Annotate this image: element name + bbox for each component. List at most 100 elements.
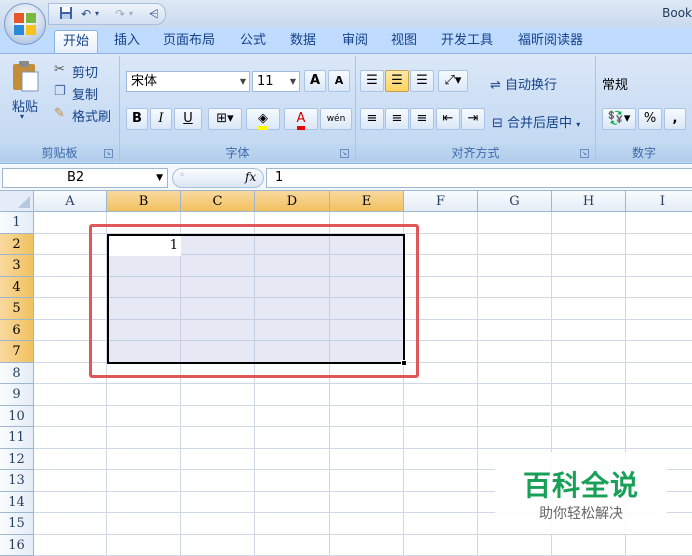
tab-review[interactable]: 审阅 [342,30,368,54]
insert-function-icon[interactable]: fx [245,170,256,184]
column-header-c[interactable]: C [181,191,255,212]
underline-button[interactable]: U [174,108,202,130]
align-bottom-button[interactable]: ☰ [410,70,434,92]
column-header-a[interactable]: A [34,191,107,212]
tab-insert[interactable]: 插入 [114,30,140,54]
chevron-down-icon[interactable]: ▼ [156,169,163,187]
column-header-h[interactable]: H [552,191,626,212]
tab-developer[interactable]: 开发工具 [441,30,493,54]
customize-qat-icon[interactable]: ⩤ [149,6,159,22]
name-box-value: B2 [67,170,85,185]
merge-center-button[interactable]: ⊟ 合并后居中 ▾ [492,112,580,131]
italic-button[interactable]: I [150,108,172,130]
copy-label: 复制 [72,88,99,103]
undo-icon[interactable]: ↶ [81,6,91,22]
row-header-6[interactable]: 6 [0,319,34,341]
tab-data[interactable]: 数据 [290,30,316,54]
comma-style-button[interactable]: , [664,108,686,130]
quick-access-toolbar: ↶ ▾ ↷ ▾ ⩤ [48,3,166,25]
alignment-launcher-icon[interactable]: ↘ [580,149,589,158]
name-box[interactable]: B2 ▼ [2,168,168,188]
column-header-i[interactable]: I [626,191,692,212]
font-launcher-icon[interactable]: ↘ [340,149,349,158]
row-header-12[interactable]: 12 [0,448,34,470]
row-gridline [34,426,692,427]
orientation-button[interactable]: ⤢▾ [438,70,468,92]
row-header-1[interactable]: 1 [0,212,34,234]
phonetic-button[interactable]: wén [320,108,352,130]
save-icon[interactable] [59,6,73,22]
paste-button[interactable]: 粘贴 ▾ [6,60,44,124]
paste-dropdown-icon[interactable]: ▾ [20,112,24,121]
office-button[interactable] [4,3,46,45]
row-header-10[interactable]: 10 [0,405,34,427]
formula-input[interactable]: 1 [266,168,692,188]
comma-icon: , [672,111,678,126]
align-top-button[interactable]: ☰ [360,70,384,92]
row-header-13[interactable]: 13 [0,470,34,492]
row-header-14[interactable]: 14 [0,491,34,513]
orientation-icon: ⤢▾ [444,73,462,88]
paste-label: 粘贴 [12,100,39,115]
row-header-9[interactable]: 9 [0,384,34,406]
row-header-8[interactable]: 8 [0,362,34,384]
align-middle-button[interactable]: ☰ [385,70,409,92]
row-header-2[interactable]: 2 [0,233,34,255]
align-left-button[interactable]: ≡ [360,108,384,130]
column-header-b[interactable]: B [107,191,181,212]
tab-formulas[interactable]: 公式 [240,30,266,54]
shrink-font-button[interactable]: A [328,70,350,92]
row-gridline [34,404,692,406]
fill-color-button[interactable]: ◈ [246,108,280,130]
column-header-d[interactable]: D [255,191,330,212]
font-name-combo[interactable]: 宋体 ▼ [126,71,250,92]
grow-font-button[interactable]: A [304,70,326,92]
select-all-corner[interactable] [0,191,34,212]
bold-button[interactable]: B [126,108,148,130]
wrap-text-label: 自动换行 [505,78,558,93]
font-size-combo[interactable]: 11 ▼ [252,71,300,92]
row-header-11[interactable]: 11 [0,427,34,449]
accounting-format-button[interactable]: 💱▾ [602,108,636,130]
annotation-highlight-box [89,224,419,378]
window-title: Book [662,6,692,20]
column-header-f[interactable]: F [404,191,478,212]
chevron-down-icon: ▾ [576,120,581,129]
row-header-3[interactable]: 3 [0,255,34,277]
align-right-button[interactable]: ≡ [410,108,434,130]
column-header-e[interactable]: E [330,191,404,212]
bold-icon: B [132,111,142,126]
redo-dropdown-icon[interactable]: ▾ [129,6,133,22]
column-header-g[interactable]: G [478,191,552,212]
formula-bar: B2 ▼ ◦ fx 1 [0,165,692,191]
undo-dropdown-icon[interactable]: ▾ [95,6,99,22]
row-gridline [34,383,692,384]
tab-foxit-reader[interactable]: 福昕阅读器 [518,30,583,54]
decrease-indent-button[interactable]: ⇤ [436,108,460,130]
font-color-button[interactable]: A [284,108,318,130]
row-header-4[interactable]: 4 [0,276,34,298]
row-header-16[interactable]: 16 [0,534,34,556]
tab-page-layout[interactable]: 页面布局 [163,30,215,54]
redo-icon[interactable]: ↷ [115,6,125,22]
row-header-5[interactable]: 5 [0,298,34,320]
tab-view[interactable]: 视图 [391,30,417,54]
align-center-icon: ≡ [391,111,403,126]
merge-center-label: 合并后居中 [507,116,573,131]
border-button[interactable]: ⊞▾ [208,108,242,130]
align-center-button[interactable]: ≡ [385,108,409,130]
tab-home[interactable]: 开始 [54,30,99,54]
clipboard-launcher-icon[interactable]: ↘ [104,149,113,158]
clipboard-group-label: 剪贴板 [0,144,119,162]
percent-button[interactable]: % [638,108,662,130]
number-format-combo[interactable]: 常规 [602,74,628,93]
circle-handle-icon[interactable]: ◦ [179,170,185,181]
font-group: 宋体 ▼ 11 ▼ A A B I U ⊞▾ ◈ A wén 字体 ↘ [120,56,356,162]
fill-color-icon: ◈ [258,111,268,130]
alignment-group: ☰ ☰ ☰ ⤢▾ ⇌ 自动换行 ≡ ≡ ≡ ⇤ ⇥ ⊟ 合并后居中 ▾ 对齐方式… [356,56,596,162]
wrap-text-button[interactable]: ⇌ 自动换行 [490,74,557,93]
row-header-7[interactable]: 7 [0,341,34,363]
cut-label: 剪切 [72,66,99,81]
increase-indent-button[interactable]: ⇥ [461,108,485,130]
row-header-15[interactable]: 15 [0,513,34,535]
